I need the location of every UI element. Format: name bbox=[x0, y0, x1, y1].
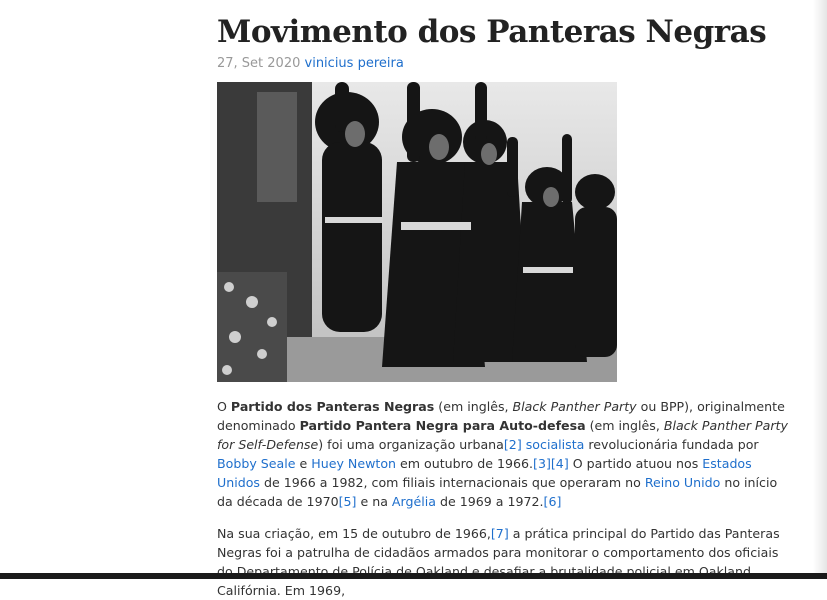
post-title: Movimento dos Panteras Negras bbox=[217, 14, 767, 50]
link-huey-newton[interactable]: Huey Newton bbox=[311, 456, 396, 471]
reference-link[interactable]: [2] bbox=[504, 437, 522, 452]
text: ) foi uma organização urbana bbox=[318, 437, 504, 452]
reference-link[interactable]: [5] bbox=[339, 494, 357, 509]
blog-post: Movimento dos Panteras Negras 27, Set 20… bbox=[217, 0, 792, 600]
text: em outubro de 1966. bbox=[396, 456, 534, 471]
reference-link[interactable]: [4] bbox=[551, 456, 569, 471]
party-name: Partido dos Panteras Negras bbox=[230, 399, 435, 414]
text: de 1969 a 1972. bbox=[435, 494, 544, 509]
reference-link[interactable]: [6] bbox=[544, 494, 562, 509]
post-author-link[interactable]: vinicius pereira bbox=[305, 56, 404, 71]
link-bobby-seale[interactable]: Bobby Seale bbox=[217, 456, 296, 471]
reference-link[interactable]: [7] bbox=[491, 526, 509, 541]
english-name: Black Panther Party bbox=[512, 399, 637, 414]
intro-paragraph: O Partido dos Panteras Negras (em inglês… bbox=[217, 397, 792, 511]
link-socialista[interactable]: socialista bbox=[526, 437, 585, 452]
text: e bbox=[295, 456, 312, 471]
creation-paragraph: Na sua criação, em 15 de outubro de 1966… bbox=[217, 524, 792, 600]
link-reino-unido[interactable]: Reino Unido bbox=[645, 475, 721, 490]
link-argelia[interactable]: Argélia bbox=[392, 494, 436, 509]
bottom-scroll-bar bbox=[0, 573, 827, 579]
post-meta: 27, Set 2020 vinicius pereira bbox=[217, 56, 792, 72]
original-name: Partido Pantera Negra para Auto-defesa bbox=[299, 418, 586, 433]
post-photo bbox=[217, 82, 617, 382]
text: de 1966 a 1982, com filiais internaciona… bbox=[259, 475, 645, 490]
text: revolucionária fundada por bbox=[584, 437, 759, 452]
photo-image bbox=[217, 82, 617, 382]
text: O partido atuou nos bbox=[568, 456, 703, 471]
text: (em inglês, bbox=[585, 418, 664, 433]
text: O bbox=[217, 399, 231, 414]
reference-link[interactable]: [3] bbox=[533, 456, 551, 471]
page-edge-shadow bbox=[813, 0, 827, 579]
text: Na sua criação, em 15 de outubro de 1966… bbox=[217, 526, 491, 541]
text: e na bbox=[356, 494, 392, 509]
text: (em inglês, bbox=[434, 399, 513, 414]
post-date: 27, Set 2020 bbox=[217, 56, 301, 71]
